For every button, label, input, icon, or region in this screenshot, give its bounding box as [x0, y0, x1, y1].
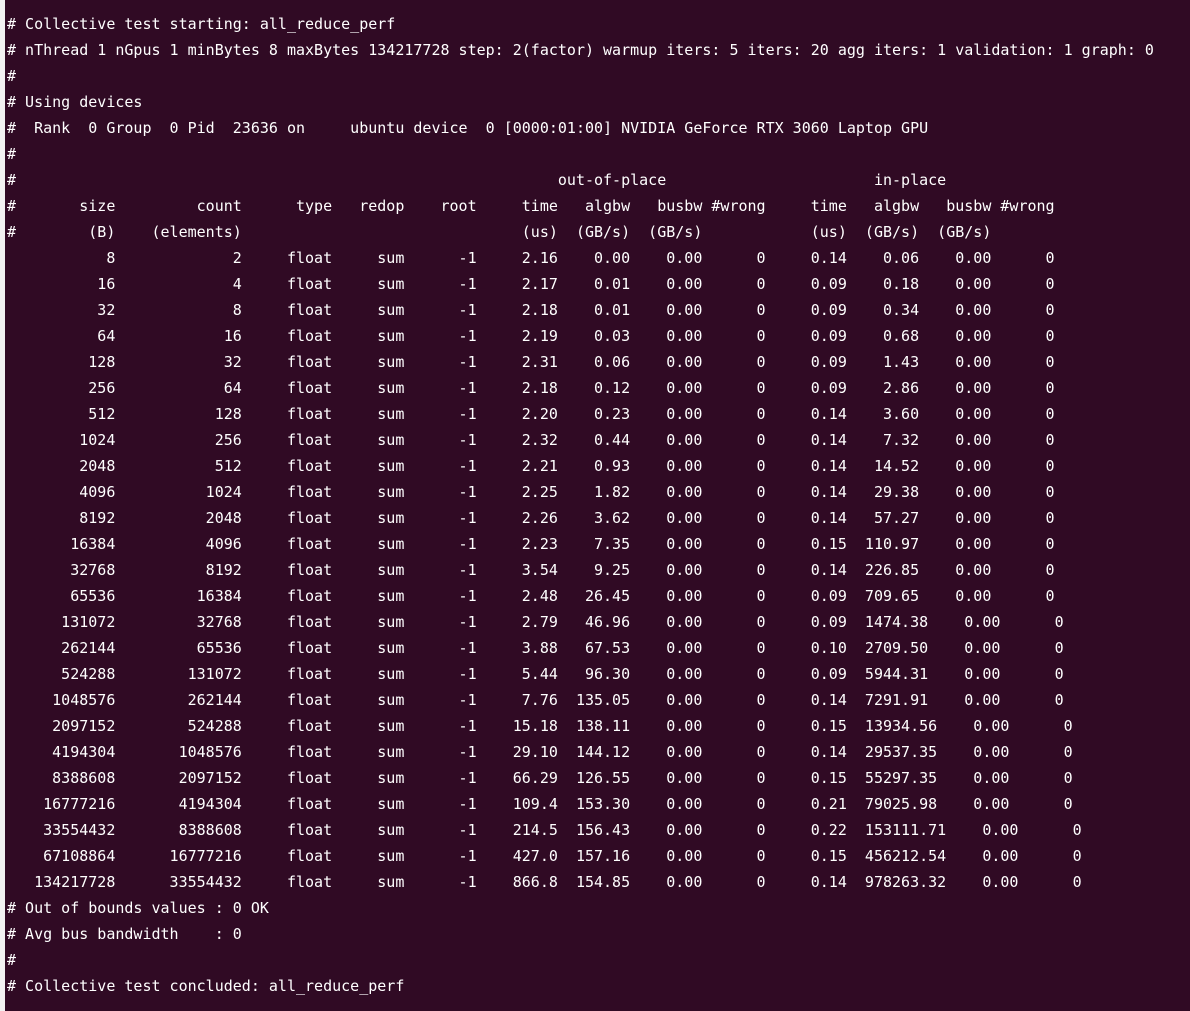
terminal-line: 8 2 float sum -1 2.16 0.00 0.00 0 0.14 0…: [7, 249, 1055, 267]
terminal-line: 256 64 float sum -1 2.18 0.12 0.00 0 0.0…: [7, 379, 1055, 397]
terminal-line: 67108864 16777216 float sum -1 427.0 157…: [7, 847, 1082, 865]
terminal-line: 8388608 2097152 float sum -1 66.29 126.5…: [7, 769, 1073, 787]
terminal-line: #: [7, 145, 17, 163]
terminal-line: 32768 8192 float sum -1 3.54 9.25 0.00 0…: [7, 561, 1055, 579]
terminal-line: 64 16 float sum -1 2.19 0.03 0.00 0 0.09…: [7, 327, 1055, 345]
terminal-line: # Avg bus bandwidth : 0: [7, 925, 242, 943]
terminal-line: 16 4 float sum -1 2.17 0.01 0.00 0 0.09 …: [7, 275, 1055, 293]
terminal-line: # Rank 0 Group 0 Pid 23636 on ubuntu dev…: [7, 119, 929, 137]
terminal-line: 262144 65536 float sum -1 3.88 67.53 0.0…: [7, 639, 1064, 657]
terminal-line: 131072 32768 float sum -1 2.79 46.96 0.0…: [7, 613, 1064, 631]
terminal-line: # size count type redop root time algbw …: [7, 197, 1055, 215]
terminal-line: 33554432 8388608 float sum -1 214.5 156.…: [7, 821, 1082, 839]
terminal-line: 16384 4096 float sum -1 2.23 7.35 0.00 0…: [7, 535, 1055, 553]
terminal-line: # Collective test starting: all_reduce_p…: [7, 15, 396, 33]
terminal-line: # Using devices: [7, 93, 143, 111]
terminal-line: 32 8 float sum -1 2.18 0.01 0.00 0 0.09 …: [7, 301, 1055, 319]
terminal-line: 128 32 float sum -1 2.31 0.06 0.00 0 0.0…: [7, 353, 1055, 371]
terminal-line: 134217728 33554432 float sum -1 866.8 15…: [7, 873, 1082, 891]
terminal-line: 512 128 float sum -1 2.20 0.23 0.00 0 0.…: [7, 405, 1055, 423]
terminal-line: 4096 1024 float sum -1 2.25 1.82 0.00 0 …: [7, 483, 1055, 501]
terminal-line: 1048576 262144 float sum -1 7.76 135.05 …: [7, 691, 1064, 709]
terminal-line: # Out of bounds values : 0 OK: [7, 899, 269, 917]
terminal-line: 2048 512 float sum -1 2.21 0.93 0.00 0 0…: [7, 457, 1055, 475]
terminal-line: 16777216 4194304 float sum -1 109.4 153.…: [7, 795, 1073, 813]
window-left-edge: [0, 0, 5, 1011]
terminal-output[interactable]: # Collective test starting: all_reduce_p…: [7, 11, 1187, 1011]
terminal-line: 8192 2048 float sum -1 2.26 3.62 0.00 0 …: [7, 509, 1055, 527]
terminal-line: 4194304 1048576 float sum -1 29.10 144.1…: [7, 743, 1073, 761]
terminal-line: # Collective test concluded: all_reduce_…: [7, 977, 405, 995]
terminal-line: #: [7, 951, 17, 969]
terminal-line: 524288 131072 float sum -1 5.44 96.30 0.…: [7, 665, 1064, 683]
terminal-line: #: [7, 67, 17, 85]
terminal-line: # nThread 1 nGpus 1 minBytes 8 maxBytes …: [7, 41, 1154, 59]
terminal-line: # out-of-place in-place: [7, 171, 947, 189]
terminal-line: 1024 256 float sum -1 2.32 0.44 0.00 0 0…: [7, 431, 1055, 449]
terminal-line: # (B) (elements) (us) (GB/s) (GB/s) (us)…: [7, 223, 992, 241]
terminal-line: 2097152 524288 float sum -1 15.18 138.11…: [7, 717, 1073, 735]
terminal-line: 65536 16384 float sum -1 2.48 26.45 0.00…: [7, 587, 1055, 605]
